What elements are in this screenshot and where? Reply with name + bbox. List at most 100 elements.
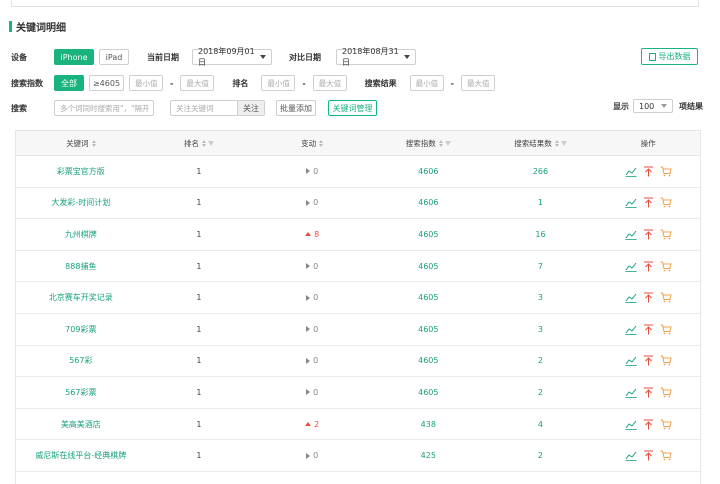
change-arrow-icon <box>306 389 311 396</box>
keyword-link[interactable]: 彩票宝官方版 <box>57 166 105 177</box>
search-index-value: 425 <box>420 451 436 461</box>
show-suffix: 项结果 <box>679 101 703 111</box>
search-index-ge-button[interactable]: ≥4605 <box>89 75 124 91</box>
keyword-manage-button[interactable]: 关键词管理 <box>328 100 377 116</box>
cart-icon[interactable] <box>660 197 672 208</box>
sort-icon <box>438 139 443 147</box>
table-row: 九州棋牌 1 8 4605 16 <box>16 219 700 251</box>
search-index-value: 4605 <box>418 387 439 397</box>
trend-chart-icon[interactable] <box>625 197 637 209</box>
table-row: 709彩票 1 0 4605 3 <box>16 314 700 346</box>
header-search-index[interactable]: 搜索指数 <box>372 138 485 149</box>
cart-icon[interactable] <box>660 261 672 272</box>
trend-chart-icon[interactable] <box>625 261 637 272</box>
sort-icon <box>319 139 324 147</box>
range-dash: - <box>170 78 174 88</box>
cart-icon[interactable] <box>660 387 672 398</box>
current-date-select[interactable]: 2018年09月01日 <box>192 47 272 67</box>
change-arrow-icon <box>306 199 311 206</box>
pin-top-icon[interactable] <box>643 450 654 461</box>
results-max-input[interactable]: 最大值 <box>460 75 495 91</box>
keyword-link[interactable]: 大发彩-时间计划 <box>51 197 110 208</box>
search-input[interactable]: 多个词同时搜索用"，"隔开 <box>54 100 154 116</box>
change-arrow-icon <box>305 422 312 427</box>
trend-chart-icon[interactable] <box>625 292 637 304</box>
pin-top-icon[interactable] <box>643 197 654 208</box>
cart-icon[interactable] <box>660 229 672 240</box>
trend-chart-icon[interactable] <box>625 229 637 240</box>
pin-top-icon[interactable] <box>643 387 654 398</box>
table-row: 北京赛车开奖记录 1 0 4605 3 <box>16 282 700 314</box>
trend-chart-icon[interactable] <box>625 324 637 335</box>
search-index-min-input[interactable]: 最小值 <box>129 75 163 91</box>
header-keyword[interactable]: 关键词 <box>16 138 146 149</box>
cart-icon[interactable] <box>660 355 672 366</box>
change-value: 8 <box>305 230 319 239</box>
page-size-control: 显示 100 项结果 <box>613 99 703 113</box>
keyword-link[interactable]: 567彩 <box>69 355 92 366</box>
header-actions: 操作 <box>596 138 700 149</box>
follow-button[interactable]: 关注 <box>238 100 265 116</box>
cart-icon[interactable] <box>660 166 672 177</box>
keyword-link[interactable]: 888捕鱼 <box>65 261 96 272</box>
search-index-value: 4605 <box>418 356 439 366</box>
search-index-all-button[interactable]: 全部 <box>54 75 84 91</box>
rank-value: 1 <box>196 198 202 208</box>
search-index-value: 4605 <box>418 229 439 239</box>
change-value: 0 <box>306 388 318 397</box>
keyword-link[interactable]: 美高美酒店 <box>61 419 101 430</box>
keyword-link[interactable]: 九州棋牌 <box>65 229 97 240</box>
results-count-value: 16 <box>535 229 546 239</box>
current-date-label: 当前日期 <box>147 52 179 62</box>
rank-value: 1 <box>196 261 202 271</box>
header-results[interactable]: 搜索结果数 <box>485 138 597 149</box>
trend-chart-icon[interactable] <box>625 166 637 177</box>
rank-value: 1 <box>196 324 202 334</box>
page-size-select[interactable]: 100 <box>633 99 673 113</box>
pin-top-icon[interactable] <box>643 229 654 240</box>
show-label: 显示 <box>613 101 629 111</box>
device-ipad-button[interactable]: iPad <box>99 49 129 65</box>
change-value: 0 <box>306 293 318 302</box>
table-header: 关键词 排名 变动 搜索指数 搜索结果数 操作 <box>16 131 700 156</box>
filter-icon[interactable] <box>444 140 451 146</box>
compare-date-select[interactable]: 2018年08月31日 <box>336 47 416 67</box>
device-iphone-button[interactable]: iPhone <box>54 49 94 65</box>
keyword-link[interactable]: 北京赛车开奖记录 <box>49 292 113 303</box>
change-arrow-icon <box>306 294 311 301</box>
cart-icon[interactable] <box>660 324 672 335</box>
results-min-input[interactable]: 最小值 <box>409 75 444 91</box>
trend-chart-icon[interactable] <box>625 387 637 398</box>
compare-date-label: 对比日期 <box>289 52 321 62</box>
header-change[interactable]: 变动 <box>252 138 372 149</box>
keyword-link[interactable]: 567彩票 <box>65 387 96 398</box>
pin-top-icon[interactable] <box>643 261 654 272</box>
filter-icon[interactable] <box>207 140 214 146</box>
keyword-link[interactable]: 709彩票 <box>65 324 96 335</box>
pin-top-icon[interactable] <box>643 166 654 177</box>
batch-add-button[interactable]: 批量添加 <box>276 100 316 116</box>
cart-icon[interactable] <box>660 450 672 461</box>
search-index-value: 4605 <box>418 293 439 303</box>
trend-chart-icon[interactable] <box>625 355 637 367</box>
cart-icon[interactable] <box>660 292 672 303</box>
pin-top-icon[interactable] <box>643 419 654 430</box>
trend-chart-icon[interactable] <box>625 450 637 462</box>
scroll-edge <box>716 0 720 484</box>
trend-chart-icon[interactable] <box>625 419 637 430</box>
keyword-link[interactable]: 威尼斯在线平台-经典棋牌 <box>35 450 126 461</box>
follow-keyword-input[interactable]: 关注关键词 <box>170 100 238 116</box>
pin-top-icon[interactable] <box>643 355 654 366</box>
export-data-button[interactable]: 导出数据 <box>641 48 698 65</box>
filter-icon[interactable] <box>560 140 567 146</box>
rank-min-input[interactable]: 最小值 <box>261 75 296 91</box>
cart-icon[interactable] <box>660 419 672 430</box>
search-index-value: 438 <box>420 419 436 429</box>
rank-max-input[interactable]: 最大值 <box>312 75 347 91</box>
pin-top-icon[interactable] <box>643 324 654 335</box>
header-rank[interactable]: 排名 <box>146 138 253 149</box>
pin-top-icon[interactable] <box>643 292 654 303</box>
section-title-text: 关键词明细 <box>16 22 66 34</box>
search-index-max-input[interactable]: 最大值 <box>180 75 215 91</box>
rank-value: 1 <box>196 451 202 461</box>
